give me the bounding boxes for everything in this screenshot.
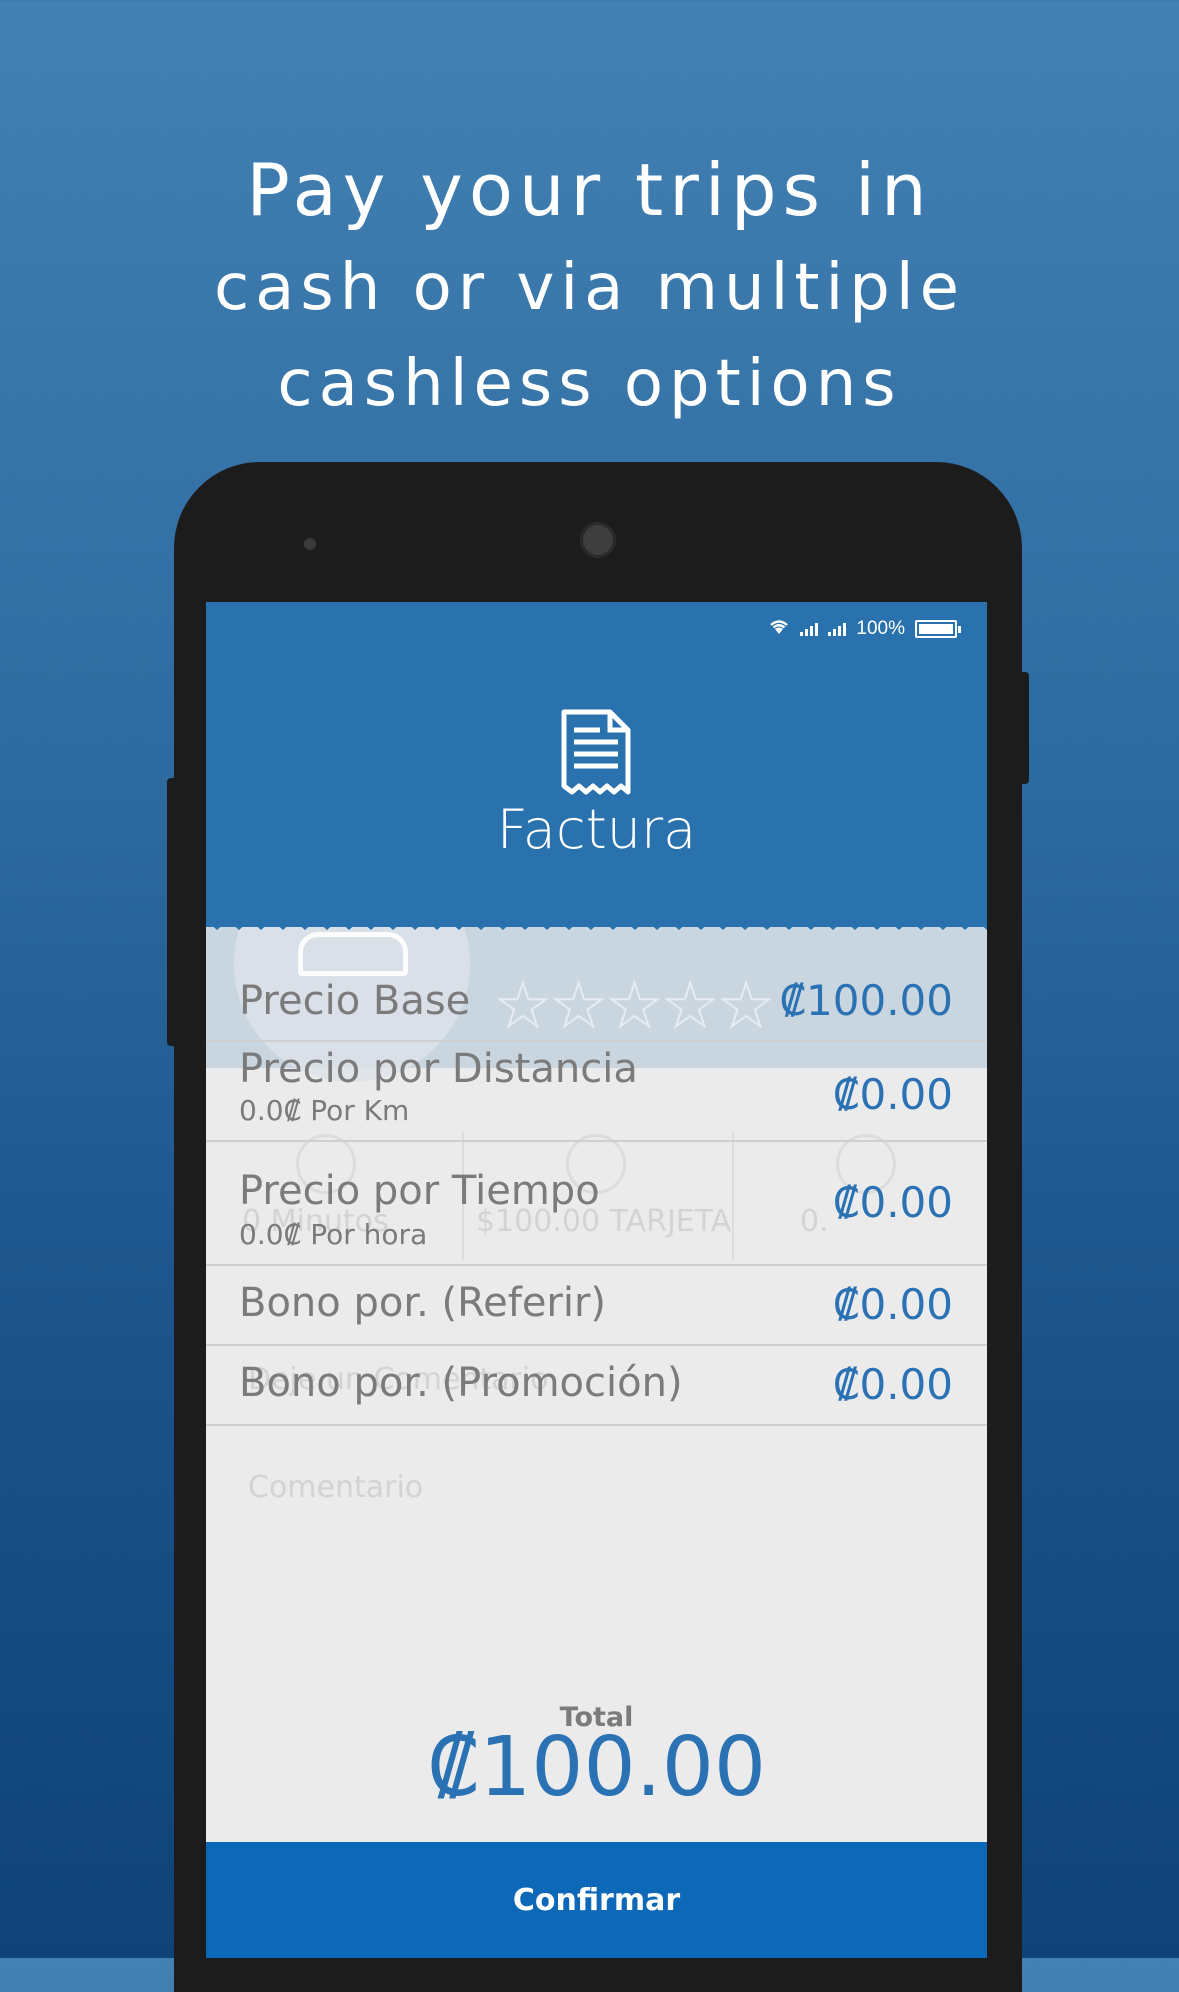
page-title: Factura [496,798,697,861]
star-icon[interactable]: ★ [495,975,551,1037]
phone-screen: 0 Minutos $100.00 TARJETA 0. Deje un Com… [206,602,987,1958]
rating-stars[interactable]: ★ ★ ★ ★ ★ [495,975,774,1037]
status-bar: 100% [768,618,961,640]
row-precio-tiempo: Precio por Tiempo 0.0₡ Por hora ₡0.00 [206,1142,987,1266]
confirm-button[interactable]: Confirmar [206,1842,987,1958]
receipt-icon [561,709,631,795]
star-icon[interactable]: ★ [607,975,663,1037]
phone-camera [580,522,616,558]
battery-percent: 100% [856,618,905,639]
battery-tip [958,625,961,633]
row-precio-distancia: Precio por Distancia 0.0₡ Por Km ₡0.00 [206,1042,987,1142]
row-label: Precio Base [239,978,471,1024]
headline-line-1: Pay your trips in [246,148,933,232]
row-value: ₡100.00 [779,976,953,1025]
row-value: ₡0.00 [832,1280,953,1329]
invoice-header: 100% Factura [206,602,987,927]
star-icon[interactable]: ★ [551,975,607,1037]
row-sub: 0.0₡ Por Km [239,1094,410,1127]
row-bono-referir: Bono por. (Referir) ₡0.00 [206,1266,987,1346]
headline-line-2: cash or via multiple [213,251,966,325]
star-icon[interactable]: ★ [718,975,774,1037]
row-precio-base: Precio Base ★ ★ ★ ★ ★ ₡100.00 [206,968,987,1042]
row-bono-promocion: Bono por. (Promoción) ₡0.00 [206,1346,987,1426]
zigzag-edge [206,914,987,930]
row-label: Precio por Distancia [239,1046,638,1092]
signal-icon [800,622,819,636]
ghost-comment-field: Comentario [248,1470,424,1505]
promo-headline: Pay your trips in cash or via multiple c… [0,140,1179,432]
row-label: Precio por Tiempo [239,1168,600,1214]
row-label: Bono por. (Referir) [239,1280,607,1326]
row-value: ₡0.00 [832,1360,953,1409]
row-label: Bono por. (Promoción) [239,1360,683,1406]
headline-line-3: cashless options [277,347,902,421]
row-value: ₡0.00 [832,1178,953,1227]
total-value: ₡100.00 [426,1720,767,1815]
battery-icon [915,620,957,638]
star-icon[interactable]: ★ [662,975,718,1037]
row-value: ₡0.00 [832,1070,953,1119]
signal-icon [828,622,847,636]
row-sub: 0.0₡ Por hora [239,1218,428,1251]
wifi-icon [768,619,790,640]
phone-sensor [304,538,316,550]
